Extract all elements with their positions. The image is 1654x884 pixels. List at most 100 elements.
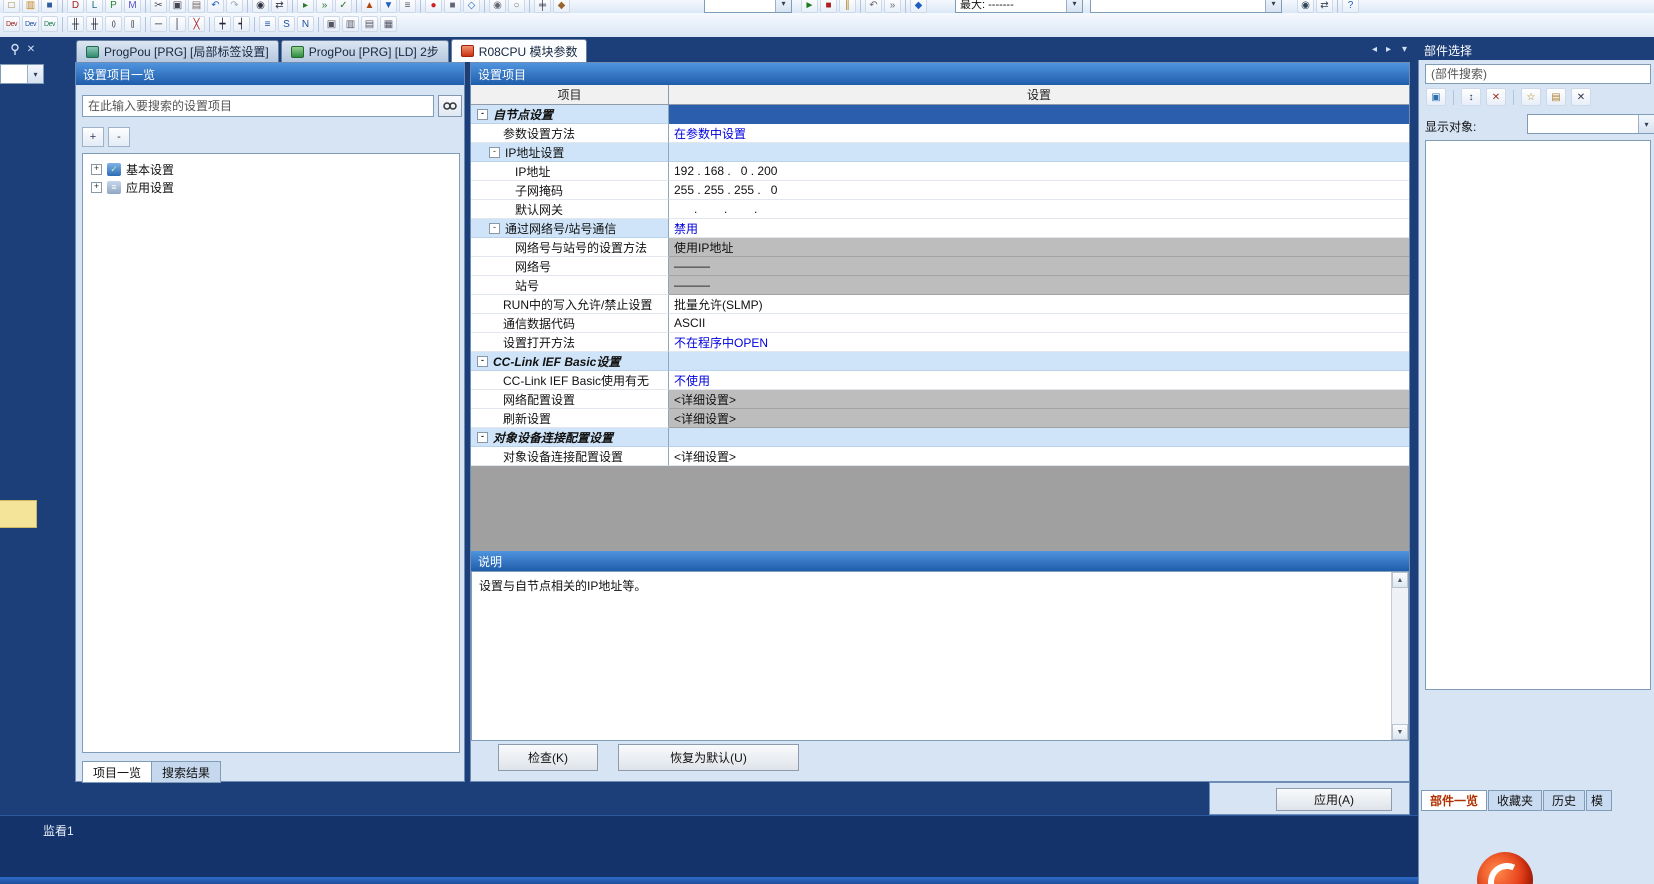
setting-value-cell[interactable]: ——— [669,257,1409,276]
reset-icon[interactable]: ↶ [865,0,882,13]
note-toggle-icon[interactable]: N [297,16,314,32]
right-panel-tab[interactable]: 收藏夹 [1488,790,1542,811]
setting-value-cell[interactable] [669,143,1409,162]
coil-icon[interactable]: () [105,16,122,32]
setting-item-cell[interactable]: RUN中的写入允许/禁止设置 [471,295,669,314]
table-row[interactable]: -IP地址设置 [471,143,1409,162]
scroll-up-icon[interactable]: ▲ [1392,572,1408,588]
tree-item[interactable]: +✓基本设置 [83,160,459,178]
watch-window-icon[interactable]: ◇ [463,0,480,13]
setting-item-cell[interactable]: -对象设备连接配置设置 [471,428,669,447]
table-row[interactable]: -通过网络号/站号通信禁用 [471,219,1409,238]
open-contact-icon[interactable]: ╫ [67,16,84,32]
step-run-icon[interactable]: » [884,0,901,13]
description-scrollbar[interactable]: ▲ ▼ [1391,572,1408,740]
device-comment-icon[interactable]: D [67,0,84,13]
setting-value-cell[interactable] [669,352,1409,371]
setting-value-cell[interactable]: <详细设置> [669,390,1409,409]
setting-value-cell[interactable]: 不在程序中OPEN [669,333,1409,352]
table-row[interactable]: 站号——— [471,276,1409,295]
apply-button[interactable]: 应用(A) [1276,788,1392,811]
statement-toggle-icon[interactable]: S [278,16,295,32]
device-test-icon[interactable]: ◆ [553,0,570,13]
search-button[interactable] [438,95,462,117]
document-tab[interactable]: R08CPU 模块参数 [451,39,588,62]
monitor-start-icon[interactable]: ● [425,0,442,13]
pin-icon[interactable] [8,42,22,56]
buffer-monitor-icon[interactable]: Dev [41,16,58,32]
copy-icon[interactable]: ▣ [169,0,186,13]
chevron-down-icon[interactable]: ▾ [27,65,43,83]
restore-default-button[interactable]: 恢复为默认(U) [618,744,799,771]
scroll-down-icon[interactable]: ▼ [1392,724,1408,740]
setting-item-cell[interactable]: 站号 [471,276,669,295]
setting-value-cell[interactable]: ASCII [669,314,1409,333]
folder-icon[interactable]: ▤ [1546,88,1566,106]
cross-reference-icon[interactable]: ⇄ [1316,0,1333,13]
write-to-plc-icon[interactable]: ▲ [361,0,378,13]
tab-scroll-right-icon[interactable]: ▸ [1386,44,1391,55]
stop-icon[interactable]: ■ [820,0,837,13]
setting-value-cell[interactable] [669,105,1409,124]
setting-item-cell[interactable]: -自节点设置 [471,105,669,124]
setting-item-cell[interactable]: IP地址 [471,162,669,181]
window-tile-v-icon[interactable]: ▥ [342,16,359,32]
monitor-stop-icon[interactable]: ■ [444,0,461,13]
run-icon[interactable]: ► [801,0,818,13]
delete-row-icon[interactable]: ┥ [233,16,250,32]
undo-icon[interactable]: ↶ [207,0,224,13]
tab-menu-icon[interactable]: ▾ [1402,44,1407,55]
table-row[interactable]: RUN中的写入允许/禁止设置批量允许(SLMP) [471,295,1409,314]
device-register-icon[interactable]: Dev [22,16,39,32]
tree-expander-icon[interactable]: + [91,182,102,193]
table-row[interactable]: 默认网关 . . . [471,200,1409,219]
setting-value-cell[interactable]: 在参数中设置 [669,124,1409,143]
horizontal-line-icon[interactable]: ─ [150,16,167,32]
open-project-icon[interactable]: ▥ [22,0,39,13]
cut-icon[interactable]: ✂ [150,0,167,13]
table-row[interactable]: 刷新设置<详细设置> [471,409,1409,428]
help-icon[interactable]: ? [1342,0,1359,13]
replace-icon[interactable]: ⇄ [271,0,288,13]
zoom-out-icon[interactable]: ○ [508,0,525,13]
parts-list[interactable] [1425,140,1651,690]
expand-all-icon[interactable]: + [82,127,104,147]
setting-item-cell[interactable]: 网络号与站号的设置方法 [471,238,669,257]
save-project-icon[interactable]: ■ [41,0,58,13]
setting-item-cell[interactable]: 默认网关 [471,200,669,219]
toolbar-combo-window[interactable]: ▾ [704,0,792,13]
table-row[interactable]: IP地址192 . 168 . 0 . 200 [471,162,1409,181]
table-row[interactable]: 通信数据代码ASCII [471,314,1409,333]
find-icon[interactable]: ◉ [252,0,269,13]
table-row[interactable]: 参数设置方法在参数中设置 [471,124,1409,143]
table-row[interactable]: 设置打开方法不在程序中OPEN [471,333,1409,352]
find-device-icon[interactable]: ◉ [1297,0,1314,13]
chevron-down-icon[interactable]: ▾ [775,0,791,12]
right-panel-tab[interactable]: 模 [1586,790,1612,811]
table-row[interactable]: -CC-Link IEF Basic设置 [471,352,1409,371]
program-check-icon[interactable]: ✓ [335,0,352,13]
convert-all-icon[interactable]: » [316,0,333,13]
setting-value-cell[interactable]: 255 . 255 . 255 . 0 [669,181,1409,200]
chevron-down-icon[interactable]: ▾ [1265,0,1281,12]
setting-value-cell[interactable]: 禁用 [669,219,1409,238]
setting-item-cell[interactable]: -IP地址设置 [471,143,669,162]
instruction-icon[interactable]: [] [124,16,141,32]
new-project-icon[interactable]: □ [3,0,20,13]
setting-value-cell[interactable]: 192 . 168 . 0 . 200 [669,162,1409,181]
tab-scroll-left-icon[interactable]: ◂ [1372,44,1377,55]
module-parameter-icon[interactable]: M [124,0,141,13]
parts-search-input[interactable] [1425,64,1651,84]
toolbar-combo-max[interactable]: 最大: ------- ▾ [955,0,1083,13]
ladder-editor-icon[interactable]: ╪ [534,0,551,13]
collapsed-dock-tab[interactable] [0,500,37,528]
program-body-icon[interactable]: P [105,0,122,13]
setting-item-cell[interactable]: 子网掩码 [471,181,669,200]
setting-value-cell[interactable]: . . . [669,200,1409,219]
setting-item-cell[interactable]: 参数设置方法 [471,124,669,143]
setting-item-cell[interactable]: 网络号 [471,257,669,276]
delete-line-icon[interactable]: ╳ [188,16,205,32]
table-row[interactable]: 子网掩码255 . 255 . 255 . 0 [471,181,1409,200]
right-panel-tab[interactable]: 历史 [1543,790,1585,811]
left-panel-tab[interactable]: 搜索结果 [151,761,221,783]
